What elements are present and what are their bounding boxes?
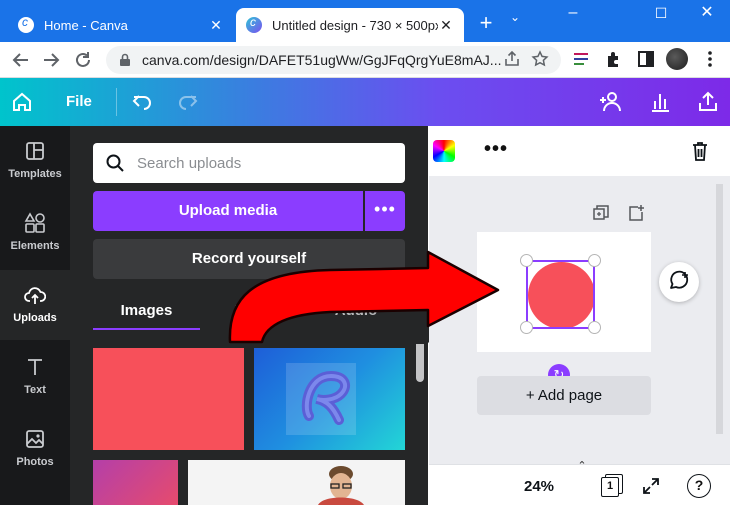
elements-icon — [24, 212, 46, 234]
new-tab-plus-icon[interactable]: + — [474, 11, 498, 35]
sidebar-item-uploads[interactable]: Uploads — [0, 270, 70, 340]
sidebar-item-text[interactable]: Text — [0, 342, 70, 412]
close-tab-icon[interactable]: ✕ — [208, 17, 224, 34]
search-uploads-field[interactable]: Search uploads — [93, 143, 405, 183]
tab-home-canva[interactable]: Home - Canva ✕ — [8, 8, 234, 42]
tab-audio[interactable]: Audio — [310, 302, 402, 319]
text-icon — [24, 356, 46, 378]
maximize-window-button[interactable]: ☐ — [638, 2, 684, 26]
selection-box — [526, 260, 595, 329]
extension-icon[interactable] — [571, 49, 591, 69]
templates-icon — [24, 140, 46, 162]
editor-scrollbar[interactable] — [713, 176, 726, 451]
bookmark-star-icon[interactable] — [531, 50, 553, 70]
address-bar[interactable]: canva.com/design/DAFET51ugWw/GgJFqQrgYuE… — [106, 46, 561, 74]
uploads-panel: Search uploads Upload media ••• Record y… — [70, 126, 499, 505]
resize-handle[interactable] — [588, 254, 601, 267]
search-placeholder: Search uploads — [137, 154, 242, 172]
side-panel-icon[interactable] — [636, 49, 656, 69]
browser-tab-strip: Home - Canva ✕ Untitled design - 730 × 5… — [0, 0, 730, 42]
reload-icon[interactable] — [72, 49, 94, 71]
home-icon[interactable] — [10, 90, 34, 114]
browser-toolbar: canva.com/design/DAFET51ugWw/GgJFqQrgYuE… — [0, 42, 730, 78]
upload-share-icon[interactable] — [697, 90, 719, 114]
share-people-icon[interactable] — [598, 90, 624, 114]
editor-status-bar: ⌃ 24% 1 ? — [429, 460, 730, 505]
sidebar-item-label: Templates — [8, 168, 62, 180]
tab-search-chevron-icon[interactable]: ⌄ — [510, 10, 520, 24]
add-page-button[interactable]: + Add page — [477, 376, 651, 415]
insights-bar-chart-icon[interactable] — [649, 90, 671, 114]
undo-icon[interactable] — [130, 90, 154, 114]
tab-untitled-design[interactable]: Untitled design - 730 × 500px ✕ — [236, 8, 464, 42]
sidebar-item-label: Uploads — [13, 312, 57, 324]
zoom-level[interactable]: 24% — [524, 478, 554, 495]
sidebar-item-templates[interactable]: Templates — [0, 126, 70, 196]
lock-icon — [118, 53, 132, 67]
share-icon[interactable] — [503, 50, 525, 70]
add-comment-button[interactable] — [659, 262, 699, 302]
upload-thumbnail-logo[interactable] — [254, 348, 405, 450]
page-number-button[interactable]: 1 — [601, 477, 619, 497]
canva-header: File — [0, 78, 730, 126]
more-options-button[interactable]: ••• — [484, 138, 508, 161]
file-menu[interactable]: File — [66, 93, 92, 110]
editor-toolbar: ••• — [429, 126, 730, 176]
profile-avatar[interactable] — [666, 48, 688, 70]
upload-thumbnail-person-photo[interactable] — [188, 460, 405, 505]
uploads-icon — [24, 284, 46, 306]
upload-thumbnail-coral[interactable] — [93, 348, 244, 450]
sidebar-item-label: Photos — [16, 456, 54, 468]
design-editor: ••• ↻ + Add page ⌃ 24% 1 ? — [429, 126, 730, 505]
add-page-icon[interactable] — [627, 204, 645, 222]
minimize-window-button[interactable]: – — [550, 2, 596, 26]
sidebar-item-label: Text — [24, 384, 46, 396]
fullscreen-expand-icon[interactable] — [641, 476, 661, 496]
browser-menu-icon[interactable] — [700, 49, 720, 69]
canva-favicon-icon — [246, 15, 262, 33]
resize-handle[interactable] — [588, 321, 601, 334]
resize-handle[interactable] — [520, 254, 533, 267]
redo-icon[interactable] — [176, 90, 200, 114]
upload-media-button[interactable]: Upload media — [93, 191, 363, 231]
duplicate-page-icon[interactable] — [592, 204, 610, 222]
tab-title: Untitled design - 730 × 500px — [272, 17, 438, 33]
canva-sidebar: Templates Elements Uploads Text Photos — [0, 126, 70, 505]
search-icon — [105, 153, 125, 173]
back-arrow-icon[interactable] — [10, 49, 32, 71]
forward-arrow-icon[interactable] — [40, 49, 62, 71]
help-button[interactable]: ? — [687, 474, 711, 498]
sidebar-item-label: Elements — [10, 240, 60, 252]
upload-options-more-button[interactable]: ••• — [365, 191, 405, 231]
sidebar-item-photos[interactable]: Photos — [0, 414, 70, 484]
canva-favicon-icon — [18, 15, 34, 33]
tab-images[interactable]: Images — [93, 302, 200, 319]
sidebar-item-elements[interactable]: Elements — [0, 198, 70, 268]
photos-icon — [24, 428, 46, 450]
close-window-button[interactable]: ✕ — [684, 2, 730, 26]
active-tab-indicator — [93, 328, 200, 330]
puzzle-extensions-icon[interactable] — [604, 49, 624, 69]
color-picker-button[interactable] — [433, 140, 455, 162]
resize-handle[interactable] — [520, 321, 533, 334]
header-divider — [116, 88, 117, 116]
record-yourself-button[interactable]: Record yourself — [93, 239, 405, 279]
upload-thumbnail-gradient[interactable] — [93, 460, 178, 505]
tab-videos[interactable]: Videos — [210, 302, 310, 319]
trash-icon[interactable] — [690, 140, 710, 162]
chevron-up-icon[interactable]: ⌃ — [574, 459, 590, 472]
tab-title: Home - Canva — [44, 17, 128, 33]
close-tab-icon[interactable]: ✕ — [438, 17, 454, 34]
url-text: canva.com/design/DAFET51ugWw/GgJFqQrgYuE… — [142, 52, 502, 68]
